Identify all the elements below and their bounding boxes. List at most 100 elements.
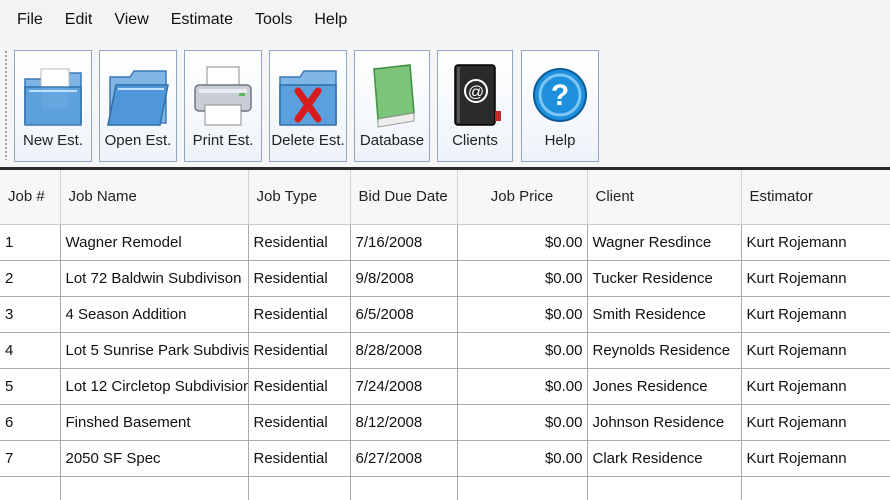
cell-client[interactable]: Smith Residence — [587, 296, 742, 333]
cell-job-type[interactable]: Residential — [248, 368, 351, 405]
open-estimate-label: Open Est. — [104, 132, 172, 149]
table-row[interactable]: 34 Season Addition Residential 6/5/2008 $0.… — [0, 296, 890, 333]
table-row[interactable]: 2 Lot 72 Baldwin Subdivison Residential 9/8… — [0, 260, 890, 297]
column-header-job-price[interactable]: Job Price — [457, 170, 588, 225]
column-header-job-number[interactable]: Job # — [0, 170, 61, 225]
cell-job-price[interactable]: $0.00 — [457, 260, 588, 297]
clients-button[interactable]: @ Clients — [437, 50, 513, 162]
delete-estimate-label: Delete Est. — [271, 132, 345, 149]
cell-client[interactable]: Johnson Residence — [587, 404, 742, 441]
cell-bid-due-date[interactable]: 8/28/2008 — [350, 332, 458, 369]
cell-bid-due-date[interactable]: 6/27/2008 — [350, 440, 458, 477]
table-row[interactable]: 4Lot 5 Sunrise Park SubdivisionResidenti… — [0, 332, 890, 369]
delete-folder-icon — [279, 70, 337, 126]
table-row[interactable]: 7 2050 SF Spec Residential 6/27/2008 $0.00 Cl… — [0, 440, 890, 477]
menu-view[interactable]: View — [103, 11, 159, 29]
cell-job-name[interactable]: 2050 SF Spec — [60, 440, 249, 477]
cell-bid-due-date[interactable]: 8/12/2008 — [350, 404, 458, 441]
cell-job-number[interactable] — [0, 476, 61, 500]
cell-client[interactable]: Tucker Residence — [587, 260, 742, 297]
cell-job-number[interactable]: 1 — [0, 224, 61, 261]
cell-job-type[interactable] — [248, 476, 351, 500]
cell-job-name[interactable]: Lot 12 Circletop Subdivision — [60, 368, 249, 405]
column-header-job-type[interactable]: Job Type — [248, 170, 351, 225]
cell-bid-due-date[interactable]: 7/16/2008 — [350, 224, 458, 261]
column-header-client[interactable]: Client — [587, 170, 742, 225]
cell-estimator[interactable]: Kurt Rojemann — [741, 260, 890, 297]
cell-job-number[interactable]: 4 — [0, 332, 61, 369]
address-book-icon: @ — [454, 64, 501, 126]
cell-job-type[interactable]: Residential — [248, 296, 351, 333]
cell-estimator[interactable]: Kurt Rojemann — [741, 332, 890, 369]
cell-job-number[interactable]: 5 — [0, 368, 61, 405]
menu-help[interactable]: Help — [303, 11, 358, 29]
menu-file[interactable]: File — [0, 11, 54, 29]
cell-job-price[interactable]: $0.00 — [457, 224, 588, 261]
cell-job-type[interactable]: Residential — [248, 404, 351, 441]
cell-job-number[interactable]: 3 — [0, 296, 61, 333]
cell-job-type[interactable]: Residential — [248, 260, 351, 297]
cell-estimator[interactable]: Kurt Rojemann — [741, 224, 890, 261]
cell-job-name[interactable]: Lot 5 Sunrise Park Subdivision — [60, 332, 249, 369]
clients-label: Clients — [452, 132, 498, 149]
cell-bid-due-date[interactable] — [350, 476, 458, 500]
menu-estimate[interactable]: Estimate — [160, 11, 244, 29]
column-header-job-name[interactable]: Job Name — [60, 170, 249, 225]
cell-client[interactable]: Jones Residence — [587, 368, 742, 405]
table-row[interactable] — [0, 476, 890, 500]
cell-bid-due-date[interactable]: 7/24/2008 — [350, 368, 458, 405]
column-header-estimator[interactable]: Estimator — [741, 170, 890, 225]
toolbar-grip[interactable] — [4, 50, 8, 160]
cell-job-number[interactable]: 7 — [0, 440, 61, 477]
cell-job-type[interactable]: Residential — [248, 440, 351, 477]
cell-job-name[interactable]: Wagner Remodel — [60, 224, 249, 261]
table-row[interactable]: 5 Lot 12 Circletop Subdivision Residential… — [0, 368, 890, 405]
cell-client[interactable]: Clark Residence — [587, 440, 742, 477]
estimates-grid: Job # Job Name Job Type Bid Due Date Job… — [0, 170, 890, 500]
menu-tools[interactable]: Tools — [244, 11, 303, 29]
column-header-bid-due-date[interactable]: Bid Due Date — [350, 170, 458, 225]
database-book-icon — [373, 64, 415, 128]
cell-job-name[interactable]: Lot 72 Baldwin Subdivison — [60, 260, 249, 297]
cell-job-type[interactable]: Residential — [248, 332, 351, 369]
cell-job-name[interactable]: 4 Season Addition — [60, 296, 249, 333]
new-estimate-label: New Est. — [22, 132, 83, 149]
database-button[interactable]: Database — [354, 50, 430, 162]
cell-estimator[interactable]: Kurt Rojemann — [741, 404, 890, 441]
cell-job-price[interactable]: $0.00 — [457, 296, 588, 333]
cell-job-name[interactable] — [60, 476, 249, 500]
cell-job-price[interactable]: $0.00 — [457, 332, 588, 369]
cell-bid-due-date[interactable]: 6/5/2008 — [350, 296, 458, 333]
cell-bid-due-date[interactable]: 9/8/2008 — [350, 260, 458, 297]
help-icon: ? — [533, 68, 587, 122]
cell-job-number[interactable]: 6 — [0, 404, 61, 441]
print-estimate-label: Print Est. — [192, 132, 254, 149]
cell-estimator[interactable] — [741, 476, 890, 500]
cell-job-price[interactable]: $0.00 — [457, 440, 588, 477]
new-estimate-button[interactable]: New Est. — [14, 50, 92, 162]
cell-estimator[interactable]: Kurt Rojemann — [741, 296, 890, 333]
cell-job-type[interactable]: Residential — [248, 224, 351, 261]
database-label: Database — [359, 132, 425, 149]
cell-client[interactable]: Wagner Resdince — [587, 224, 742, 261]
cell-job-price[interactable]: $0.00 — [457, 368, 588, 405]
cell-job-name[interactable]: Finshed Basement — [60, 404, 249, 441]
cell-client[interactable]: Reynolds Residence — [587, 332, 742, 369]
table-row[interactable]: 1 Wagner Remodel Residential 7/16/2008 $0.00… — [0, 224, 890, 261]
menu-edit[interactable]: Edit — [54, 11, 104, 29]
cell-job-price[interactable] — [457, 476, 588, 500]
cell-client[interactable] — [587, 476, 742, 500]
cell-job-number[interactable]: 2 — [0, 260, 61, 297]
estimating-app-window: File Edit View Estimate Tools Help New E… — [0, 0, 890, 500]
delete-estimate-button[interactable]: Delete Est. — [269, 50, 347, 162]
table-row[interactable]: 6 Finshed Basement Residential 8/12/2008 $0.… — [0, 404, 890, 441]
cell-estimator[interactable]: Kurt Rojemann — [741, 368, 890, 405]
print-estimate-button[interactable]: Print Est. — [184, 50, 262, 162]
cell-job-price[interactable]: $0.00 — [457, 404, 588, 441]
open-estimate-button[interactable]: Open Est. — [99, 50, 177, 162]
cell-estimator[interactable]: Kurt Rojemann — [741, 440, 890, 477]
svg-text:?: ? — [551, 79, 569, 112]
help-button[interactable]: ? Help — [521, 50, 599, 162]
help-label: Help — [544, 132, 576, 149]
printer-icon — [194, 66, 252, 126]
